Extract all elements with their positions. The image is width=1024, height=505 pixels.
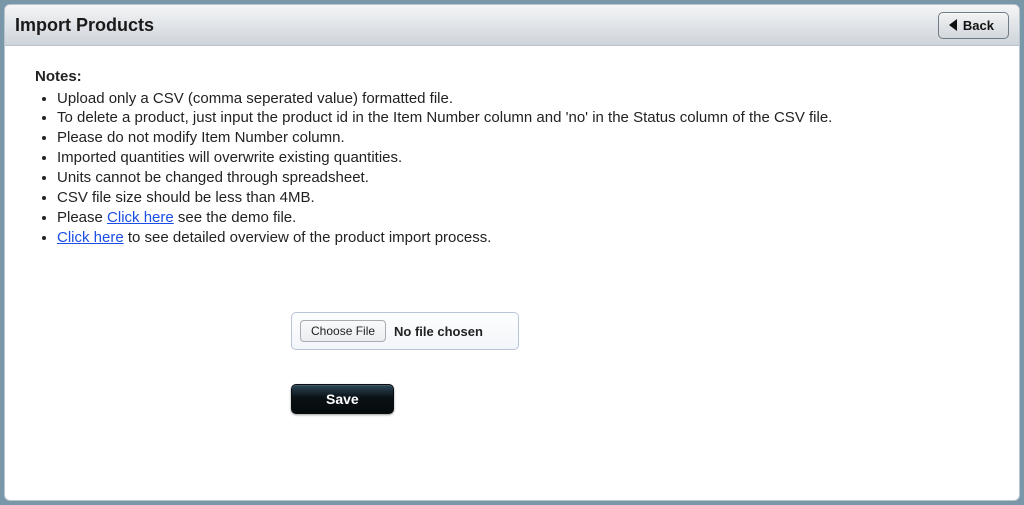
titlebar: Import Products Back: [5, 5, 1019, 46]
list-item: Units cannot be changed through spreadsh…: [57, 169, 989, 189]
overview-link[interactable]: Click here: [57, 229, 124, 246]
back-button[interactable]: Back: [938, 12, 1009, 39]
list-item: To delete a product, just input the prod…: [57, 109, 989, 129]
file-status: No file chosen: [394, 324, 483, 339]
save-button[interactable]: Save: [291, 384, 394, 414]
content-area: Notes: Upload only a CSV (comma seperate…: [5, 46, 1019, 500]
list-item: Click here to see detailed overview of t…: [57, 228, 989, 248]
list-item: Upload only a CSV (comma seperated value…: [57, 89, 989, 109]
list-item: CSV file size should be less than 4MB.: [57, 188, 989, 208]
choose-file-button[interactable]: Choose File: [300, 320, 386, 342]
file-input[interactable]: Choose File No file chosen: [291, 312, 519, 350]
chevron-left-icon: [949, 19, 957, 31]
page-title: Import Products: [15, 15, 154, 36]
back-button-label: Back: [963, 18, 994, 33]
notes-heading: Notes:: [35, 68, 989, 85]
list-item: Imported quantities will overwrite exist…: [57, 149, 989, 169]
notes-list: Upload only a CSV (comma seperated value…: [35, 89, 989, 248]
list-item: Please Click here see the demo file.: [57, 208, 989, 228]
list-item: Please do not modify Item Number column.: [57, 129, 989, 149]
import-products-panel: Import Products Back Notes: Upload only …: [4, 4, 1020, 501]
demo-file-link[interactable]: Click here: [107, 209, 174, 226]
